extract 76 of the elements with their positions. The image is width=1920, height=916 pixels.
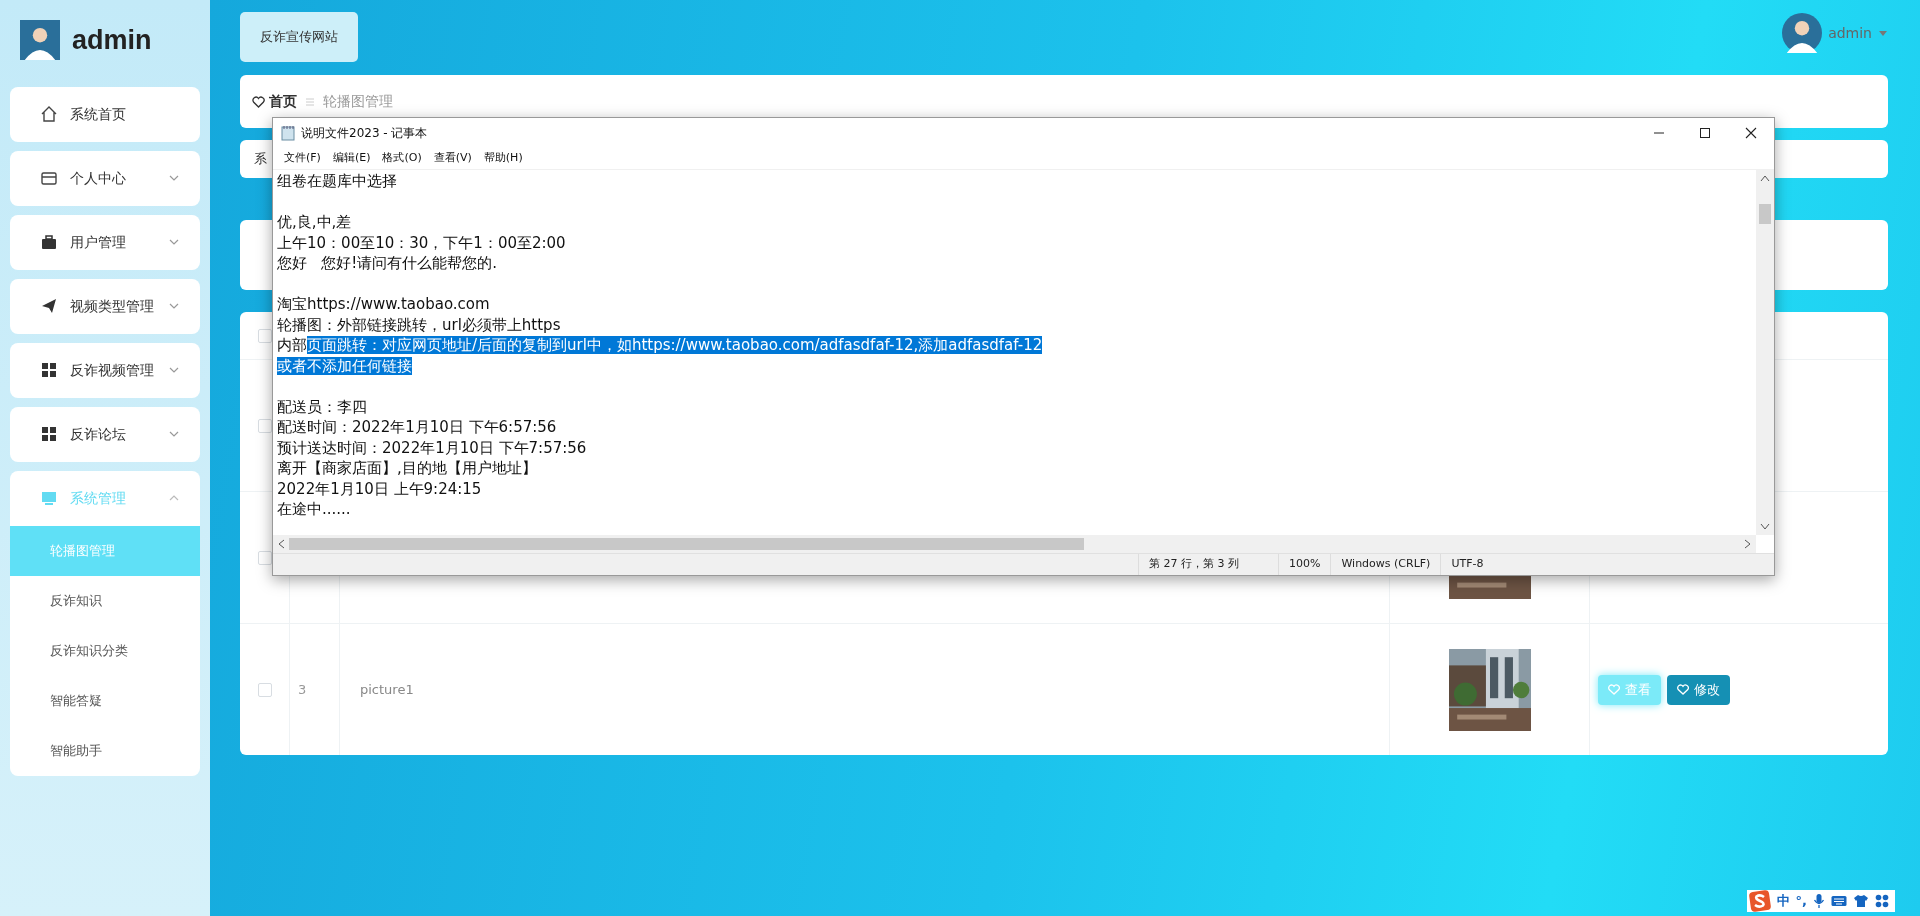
monitor-icon [40,489,58,507]
submenu-item[interactable]: 智能答疑 [10,675,200,726]
submenu-item[interactable]: 智能助手 [10,725,200,776]
ime-text[interactable]: 中 [1776,891,1790,911]
text-line: 离开【商家店面】,目的地【用户地址】 [277,459,537,477]
text-line: 配送员：李四 [277,397,367,416]
scroll-left-icon [277,539,285,549]
grid-icon [40,425,58,443]
grid-icon [1875,894,1889,908]
menu-item[interactable]: 文件(F) [278,150,327,167]
menu-item[interactable]: 格式(O) [376,150,428,167]
heart-icon [252,95,265,108]
menu-item[interactable]: 编辑(E) [326,150,377,167]
scroll-right-icon [1744,539,1752,549]
menu-item[interactable]: 帮助(H) [477,150,529,167]
microphone-icon [1813,893,1825,909]
site-button[interactable]: 反诈宣传网站 [240,12,358,62]
menu-item[interactable]: 视频类型管理 [10,278,200,334]
home-icon [40,105,58,123]
shirt-icon [1853,894,1869,908]
scroll-up-icon [1760,174,1770,182]
menu-item[interactable]: 用户管理 [10,214,200,270]
text-line: 组卷在题库中选择 [277,172,397,190]
submenu-item[interactable]: 反诈知识 [10,575,200,626]
text-line: 2022年1月10日 上午9:24:15 [277,479,482,498]
checkbox[interactable] [258,550,272,565]
window-title: 说明文件2023 - 记事本 [301,125,428,142]
text-line: 您好 您好!请问有什么能帮您的. [277,254,498,272]
status-text: 第 27 行，第 3 列 [1149,556,1239,573]
checkbox[interactable] [258,328,272,343]
text-line: 在途中...... [277,500,351,518]
paper-plane-icon [40,297,58,315]
separator-icon [305,96,315,107]
user-name: admin [72,24,152,57]
submenu-item[interactable]: 反诈知识分类 [10,625,200,676]
menu-item[interactable]: 查看(V) [427,150,478,167]
checkbox[interactable] [258,418,272,433]
search-label: 系 [254,150,267,169]
grid-icon [40,361,58,379]
breadcrumb-current: 轮播图管理 [323,92,393,111]
heart-icon [1677,684,1689,695]
maximize-icon[interactable] [1699,127,1711,139]
menu-item[interactable]: 反诈论坛 [10,406,200,462]
menu-item[interactable]: 系统首页 [10,86,200,142]
menu-item[interactable]: 反诈视频管理 [10,342,200,398]
card-icon [40,169,58,187]
briefcase-icon [40,233,58,251]
scrollbar-thumb[interactable] [289,538,1084,550]
edit-button[interactable]: 修改 [1667,674,1730,705]
avatar-icon [1782,13,1823,53]
selected-text: 或者不添加任何链接 [277,356,412,375]
text-line: 轮播图：外部链接跳转，url必须带上https [277,315,561,334]
text-line: 优,良,中,差 [277,213,352,231]
text-line: 上午10：00至10：30，下午1：00至2:00 [277,233,566,252]
heart-icon [1608,684,1620,695]
scroll-down-icon [1760,523,1770,531]
ime-text[interactable]: °, [1795,891,1807,911]
text-line: 内部 [277,336,307,354]
status-text: UTF-8 [1451,556,1484,573]
selected-text: 页面跳转：对应网页地址/后面的复制到url中，如https://www.taobao.com/adfasdfaf-12,添加adfasdfaf-12 [307,336,1043,354]
menu-item[interactable]: 个人中心 [10,150,200,206]
notepad-icon [281,125,295,141]
breadcrumb-link[interactable]: 首页 [269,91,297,112]
status-text: 100% [1289,556,1321,573]
caret-icon [1878,28,1888,38]
keyboard-icon [1831,895,1847,907]
checkbox[interactable] [258,682,272,697]
text-line: 淘宝https://www.taobao.com [277,295,490,313]
name-text: picture1 [360,680,414,699]
status-text: Windows (CRLF) [1341,556,1431,573]
text-line: 配送时间：2022年1月10日 下午6:57:56 [277,418,557,436]
text-line: 预计送达时间：2022年1月10日 下午7:57:56 [277,438,587,457]
close-icon[interactable] [1745,127,1757,139]
row-number: 3 [298,680,307,699]
scrollbar-thumb[interactable] [1759,204,1771,224]
avatar-icon [20,20,60,61]
